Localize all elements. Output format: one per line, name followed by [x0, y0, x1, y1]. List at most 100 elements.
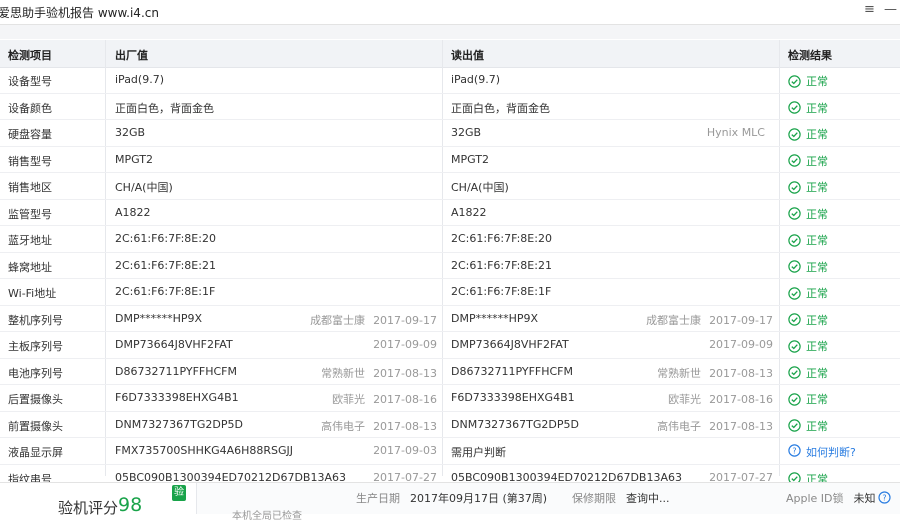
- row-factory-value: iPad(9.7): [115, 73, 445, 86]
- table-row: 销售地区 CH/A(中国) CH/A(中国) 正常: [0, 173, 900, 200]
- check-circle-icon: [788, 154, 801, 167]
- read-value: 32GB: [451, 126, 482, 139]
- factory-date: 2017-09-03: [373, 444, 437, 457]
- read-date: 2017-08-13: [709, 419, 773, 431]
- result-text: 正常: [806, 181, 828, 194]
- read-meta: [765, 100, 773, 113]
- row-item: 主板序列号: [8, 340, 63, 353]
- table-row: Wi-Fi地址 2C:61:F6:7F:8E:1F 2C:61:F6:7F:8E:1…: [0, 279, 900, 306]
- read-value: DMP73664J8VHF2FAT: [451, 338, 569, 351]
- table-row: 后置摄像头 F6D7333398EHXG4B1 欧菲光 2017-08-16 F6D73…: [0, 385, 900, 412]
- factory-date: 2017-09-17: [373, 313, 437, 325]
- table-row: 主板序列号 DMP73664J8VHF2FAT 2017-09-09 DMP73664…: [0, 332, 900, 359]
- production-label: 生产日期: [356, 492, 400, 505]
- read-value: 2C:61:F6:7F:8E:21: [451, 258, 552, 272]
- svg-text:?: ?: [882, 494, 886, 503]
- check-circle-icon: [788, 339, 801, 353]
- row-factory-value: MPGT2: [115, 153, 445, 166]
- factory-value: DNM7327367TG2DP5D: [115, 417, 243, 431]
- result-text: 正常: [806, 207, 828, 221]
- minimize-button[interactable]: —: [884, 2, 897, 17]
- result-text: 正常: [806, 128, 828, 141]
- row-read-value: iPad(9.7): [451, 73, 781, 86]
- row-item: 电池序列号: [8, 366, 63, 380]
- result-text[interactable]: 如何判断?: [806, 444, 856, 460]
- factory-meta: [429, 179, 437, 192]
- report-table: 设备型号 iPad(9.7) iPad(9.7) 正常 设备颜色 正面白色，背面金色 正面白…: [0, 67, 900, 491]
- factory-date: 2017-08-13: [373, 419, 437, 431]
- factory-meta: 2017-09-03: [365, 444, 437, 457]
- row-read-value: 需用户判断: [451, 444, 781, 460]
- toolbar-strip: [0, 25, 900, 39]
- result-text: 正常: [806, 75, 828, 88]
- result-text: 正常: [806, 313, 828, 327]
- read-value: A1822: [451, 205, 487, 219]
- row-item: 液晶显示屏: [8, 446, 63, 459]
- read-value: iPad(9.7): [451, 73, 500, 86]
- read-meta: 2017-09-09: [701, 338, 773, 351]
- check-circle-icon: [788, 233, 801, 247]
- title-bar: 爱思助手验机报告 www.i4.cn ≡ —: [0, 0, 900, 25]
- row-read-value: 正面白色，背面金色: [451, 100, 781, 116]
- factory-meta: [429, 259, 437, 272]
- row-read-value: 32GB Hynix MLC: [451, 126, 781, 139]
- table-row: 蓝牙地址 2C:61:F6:7F:8E:20 2C:61:F6:7F:8E:20 正常: [0, 226, 900, 253]
- row-item: 设备型号: [8, 75, 52, 88]
- read-date: 2017-09-09: [709, 338, 773, 351]
- row-result: 正常: [788, 365, 900, 381]
- row-result: 正常: [788, 153, 900, 169]
- factory-value: DMP73664J8VHF2FAT: [115, 338, 233, 351]
- row-item: 监管型号: [8, 207, 52, 221]
- check-circle-icon: [788, 286, 801, 300]
- row-result: 正常: [788, 259, 900, 275]
- factory-meta: [429, 73, 437, 86]
- row-read-value: F6D7333398EHXG4B1 欧菲光 2017-08-16: [451, 391, 781, 404]
- table-row: 监管型号 A1822 A1822 正常: [0, 200, 900, 226]
- row-read-value: DMP******HP9X 成都富士康 2017-09-17: [451, 312, 781, 325]
- row-result: 正常: [788, 100, 900, 116]
- factory-value: D86732711PYFFHCFM: [115, 364, 237, 378]
- result-text: 正常: [806, 260, 828, 274]
- factory-manufacturer: 成都富士康: [310, 313, 366, 325]
- factory-meta: 高伟电子 2017-08-13: [321, 418, 437, 431]
- check-circle-icon: [788, 74, 801, 88]
- menu-icon[interactable]: ≡: [864, 2, 875, 17]
- result-text: 正常: [806, 154, 828, 168]
- table-row: 硬盘容量 32GB 32GB Hynix MLC 正常: [0, 120, 900, 147]
- row-factory-value: 32GB: [115, 126, 445, 139]
- factory-date: 2017-09-09: [373, 338, 437, 351]
- row-factory-value: CH/A(中国): [115, 179, 445, 195]
- read-date: 2017-08-13: [709, 366, 773, 378]
- factory-meta: [429, 285, 437, 298]
- row-result: 正常: [788, 312, 900, 328]
- warranty-value: 查询中...: [626, 492, 670, 505]
- production-value: 2017年09月17日 (第37周): [410, 492, 548, 505]
- row-item: 硬盘容量: [8, 128, 52, 141]
- read-meta: 欧菲光 2017-08-16: [668, 391, 773, 404]
- factory-meta: 成都富士康 2017-09-17: [310, 312, 437, 325]
- read-manufacturer: 常熟新世: [657, 366, 702, 378]
- summary-bar: 验机评分 98 验 本机全局已检查 生产日期 2017年09月17日 (第37周)…: [0, 482, 900, 522]
- factory-manufacturer: 欧菲光: [332, 393, 366, 404]
- table-row: 蜂窝地址 2C:61:F6:7F:8E:21 2C:61:F6:7F:8E:21 正常: [0, 253, 900, 279]
- read-meta: [765, 444, 773, 457]
- row-result: 正常: [788, 179, 900, 195]
- factory-value: MPGT2: [115, 152, 153, 166]
- header-factory: 出厂值: [115, 49, 148, 62]
- factory-value: 2C:61:F6:7F:8E:1F: [115, 285, 216, 298]
- svg-text:?: ?: [792, 447, 796, 456]
- row-factory-value: D86732711PYFFHCFM 常熟新世 2017-08-13: [115, 365, 445, 378]
- result-text: 正常: [806, 340, 828, 353]
- row-item: 前置摄像头: [8, 419, 63, 433]
- appleid-label: Apple ID锁: [786, 492, 844, 505]
- row-result: 正常: [788, 285, 900, 301]
- read-date: 2017-08-16: [709, 393, 773, 404]
- read-date: 2017-09-17: [709, 313, 773, 325]
- appleid-value: 未知: [853, 492, 876, 505]
- read-meta: [765, 206, 773, 219]
- help-icon[interactable]: ?: [878, 491, 891, 507]
- read-meta: [765, 153, 773, 166]
- row-result[interactable]: ? 如何判断?: [788, 444, 900, 460]
- factory-value: iPad(9.7): [115, 73, 164, 86]
- score-label: 验机评分: [58, 499, 119, 517]
